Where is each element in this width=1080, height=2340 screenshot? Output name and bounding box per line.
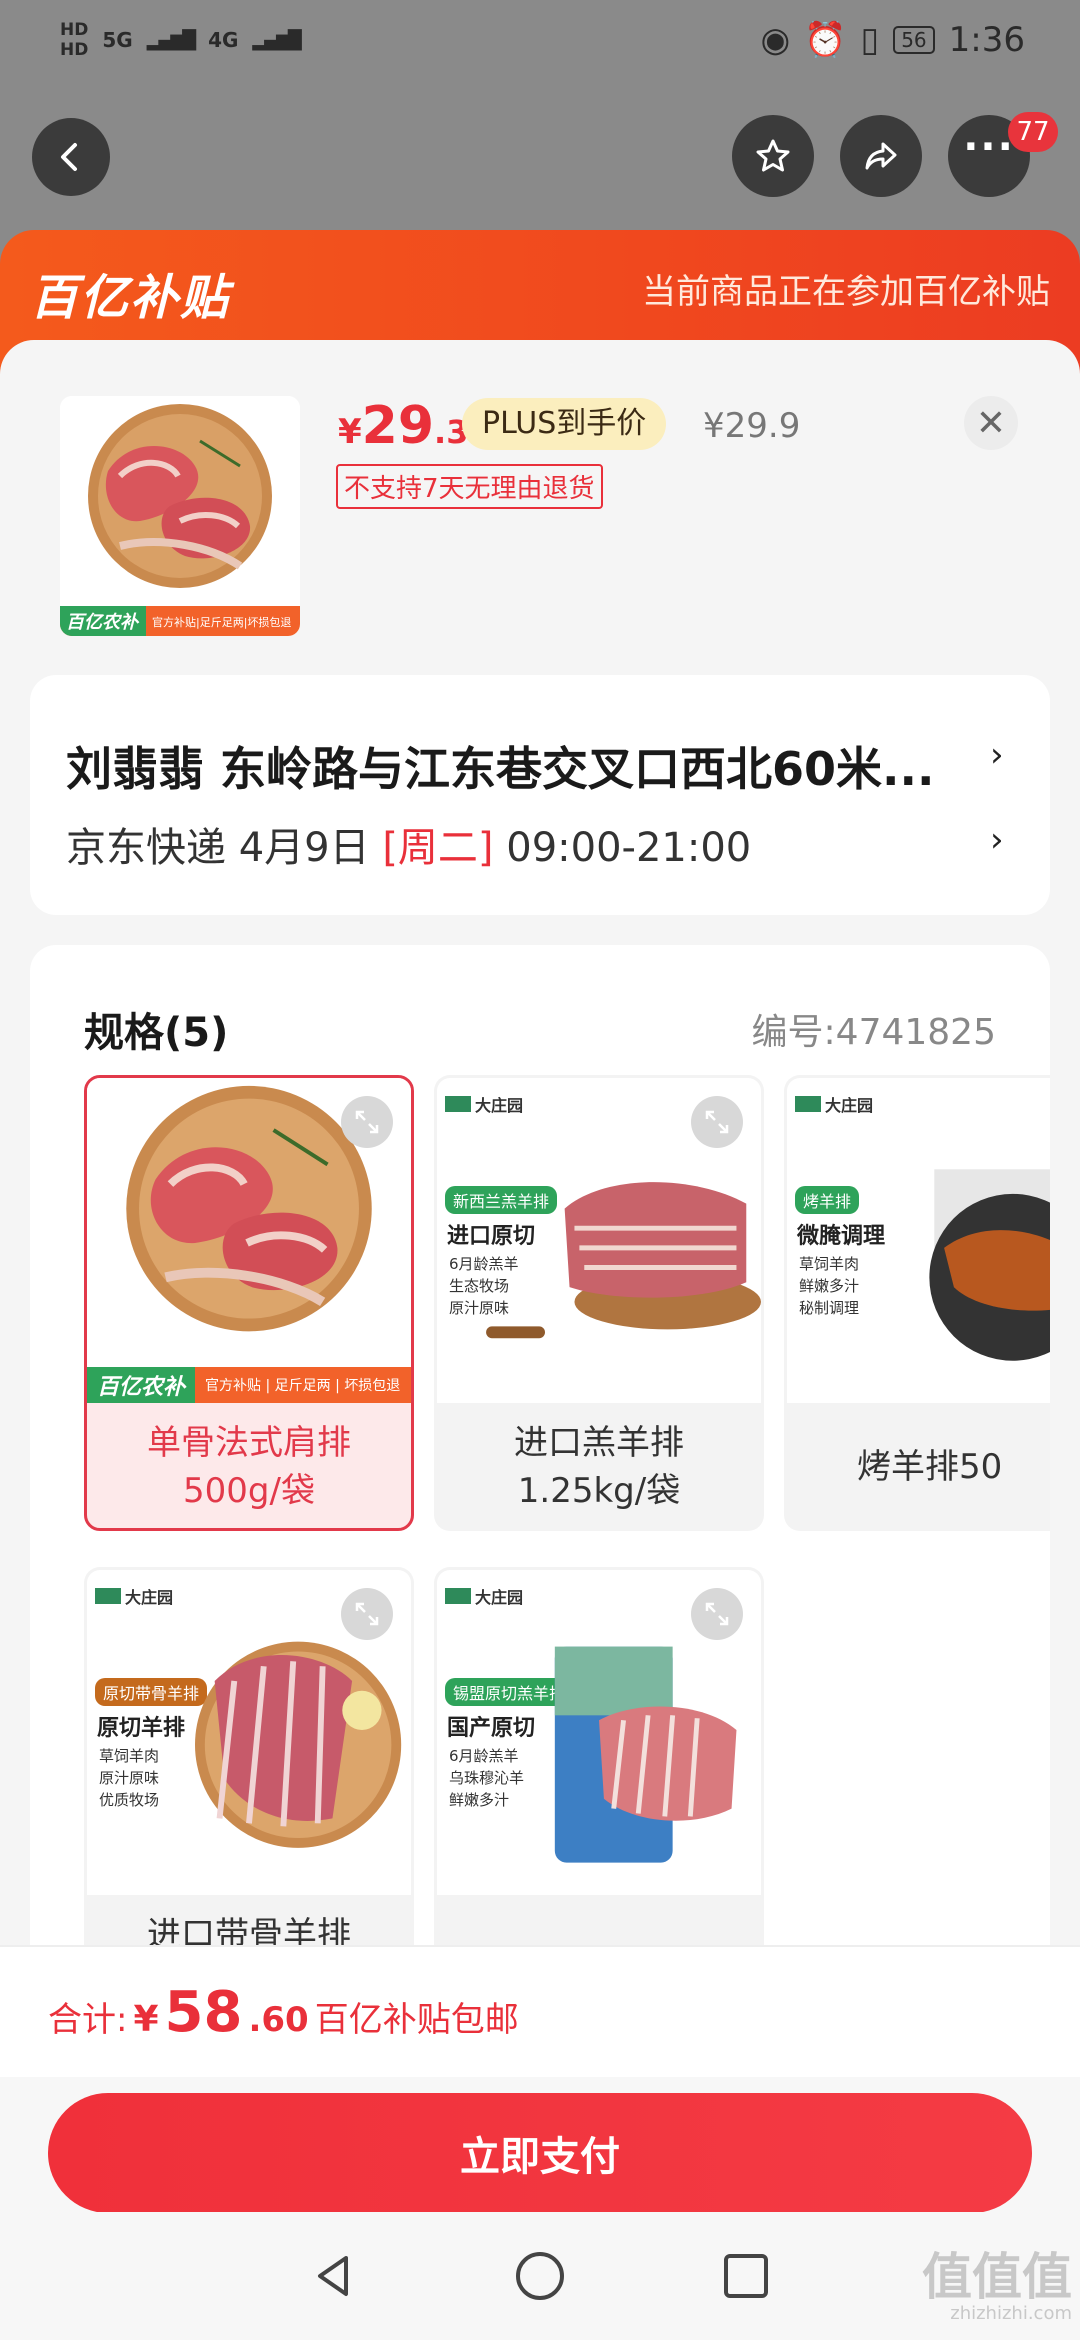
pay-now-button[interactable]: 立即支付 (48, 2093, 1032, 2213)
hd-indicator-1: HD (60, 20, 89, 40)
svg-text:百亿农补: 百亿农补 (66, 612, 140, 633)
no-return-tag: 不支持7天无理由退货 (336, 464, 603, 509)
expand-arrows-icon (705, 1110, 729, 1134)
clock: 1:36 (948, 20, 1025, 60)
expand-icon[interactable] (341, 1588, 393, 1640)
product-thumbnail: 百亿农补 官方补贴|足斤足两|坏损包退 (60, 396, 300, 636)
subsidy-strip: 百亿农补 官方补贴 | 足斤足两 | 坏损包退 (87, 1367, 411, 1403)
network-5g-label: 5G (102, 28, 133, 52)
nav-home-icon[interactable] (512, 2248, 568, 2304)
system-nav-bar (0, 2212, 1080, 2340)
signal-icon: ▂▄▆█ (252, 29, 301, 51)
spec-option[interactable]: 大庄园 新西兰羔羊排 进口原切 6月龄羔羊 生态牧场 原汁原味 进口羔羊排 1.… (434, 1075, 764, 1531)
grilled-lamb-image (929, 1169, 1050, 1361)
expand-icon[interactable] (691, 1096, 743, 1148)
expand-icon[interactable] (341, 1096, 393, 1148)
battery-indicator: 56 (893, 26, 935, 54)
plus-price-badge: PLUS到手价 (462, 398, 667, 450)
total-currency: ¥ (133, 1998, 159, 2040)
spec-title: 规格(5) (84, 1010, 229, 1056)
svg-text:官方补贴|足斤足两|坏损包退: 官方补贴|足斤足两|坏损包退 (152, 615, 291, 629)
chevron-right-icon: › (990, 735, 1004, 775)
expand-arrows-icon (355, 1110, 379, 1134)
option-image: 大庄园 原切带骨羊排 原切羊排 草饲羊肉 原汁原味 优质牧场 (87, 1570, 411, 1895)
pay-area: 立即支付 (0, 2077, 1080, 2213)
status-right: ◉ ⏰ ▯ 56 1:36 (760, 20, 1025, 60)
option-label: 进口羔羊排 1.25kg/袋 (437, 1403, 761, 1515)
total-bar: 合计: ¥58.60 百亿补贴包邮 (0, 1945, 1080, 2077)
option-name: 进口羔羊排 (514, 1423, 684, 1463)
chevron-left-icon (61, 143, 77, 171)
option-image: 大庄园 烤羊排 微腌调理 草饲羊肉 鲜嫩多汁 秘制调理 (787, 1078, 1050, 1403)
hd-indicator-2: HD (60, 40, 89, 60)
address-card[interactable]: 刘翡翡 东岭路与江东巷交叉口西北60米... › 京东快递 4月9日 [周二] … (30, 675, 1050, 915)
option-label (437, 1895, 761, 1911)
notification-badge: 77 (1008, 112, 1058, 152)
shipping-address[interactable]: 刘翡翡 东岭路与江东巷交叉口西北60米... (66, 733, 986, 799)
back-button[interactable] (32, 118, 110, 196)
option-image: 百亿农补 官方补贴 | 足斤足两 | 坏损包退 (87, 1078, 411, 1403)
expand-arrows-icon (705, 1602, 729, 1626)
watermark-main: 值值值 (922, 2248, 1072, 2306)
status-bar: HD HD 5G ▂▄▆█ 4G ▂▄▆█ ◉ ⏰ ▯ 56 1:36 (0, 0, 1080, 80)
expand-icon[interactable] (691, 1588, 743, 1640)
watermark: 值值值 zhizhizhi.com (922, 2250, 1072, 2324)
signal-icon: ▂▄▆█ (146, 29, 196, 51)
delivery-info[interactable]: 京东快递 4月9日 [周二] 09:00-21:00 (66, 815, 751, 873)
price-integer: 29 (361, 396, 435, 456)
option-name: 单骨法式肩排 (147, 1423, 351, 1463)
total-decimal: .60 (248, 1999, 309, 2040)
order-total: 合计: ¥58.60 百亿补贴包邮 (48, 1980, 519, 2045)
subsidy-strip-logo: 百亿农补 (87, 1367, 196, 1403)
spec-option[interactable]: 大庄园 烤羊排 微腌调理 草饲羊肉 鲜嫩多汁 秘制调理 烤羊排50 (784, 1075, 1050, 1531)
favorite-button[interactable] (732, 115, 814, 197)
total-amount: 58 (164, 1979, 243, 2045)
shipping-note: 百亿补贴包邮 (314, 1999, 519, 2040)
delivery-time-window: 09:00-21:00 (493, 825, 752, 871)
lamb-chop-image: 百亿农补 官方补贴|足斤足两|坏损包退 (60, 396, 300, 636)
eye-icon: ◉ (760, 20, 791, 60)
chevron-right-icon: › (990, 820, 1004, 860)
subsidy-strip-text: 官方补贴 | 足斤足两 | 坏损包退 (205, 1378, 401, 1394)
star-icon (756, 139, 790, 172)
close-icon: ✕ (975, 402, 1007, 444)
alarm-icon: ⏰ (804, 20, 847, 60)
share-icon (865, 142, 897, 170)
spec-card: 规格(5) 编号:4741825 百亿农补 官方补贴 | 足斤足两 | 坏损包退… (30, 945, 1050, 2045)
option-image: 大庄园 锡盟原切羔羊排 国产原切 6月龄羔羊 乌珠穆沁羊 鲜嫩多汁 (437, 1570, 761, 1895)
nav-recents-icon[interactable] (718, 2248, 774, 2304)
original-price: ¥29.9 (703, 406, 801, 446)
total-label: 合计: (48, 1999, 128, 2040)
watermark-sub: zhizhizhi.com (950, 2303, 1072, 2324)
network-4g-label: 4G (208, 28, 239, 52)
option-weight: 1.25kg/袋 (517, 1471, 681, 1511)
product-code: 编号:4741825 (751, 1012, 996, 1053)
more-dots-icon: ··· (963, 124, 1015, 170)
option-weight: 500g/袋 (183, 1471, 315, 1511)
price-currency: ¥ (338, 412, 362, 452)
option-name: 烤羊排50 (857, 1447, 1003, 1487)
share-button[interactable] (840, 115, 922, 197)
plus-price: ¥29.3 (338, 396, 468, 456)
delivery-carrier-date: 京东快递 4月9日 (66, 825, 383, 871)
delivery-weekday: [周二] (382, 825, 494, 871)
close-button[interactable]: ✕ (964, 396, 1018, 450)
status-left: HD HD 5G ▂▄▆█ 4G ▂▄▆█ (60, 20, 302, 60)
option-image: 大庄园 新西兰羔羊排 进口原切 6月龄羔羊 生态牧场 原汁原味 (437, 1078, 761, 1403)
vibrate-icon: ▯ (860, 20, 880, 60)
nav-back-icon[interactable] (306, 2248, 362, 2304)
option-label: 烤羊排50 (787, 1403, 1050, 1491)
option-label: 单骨法式肩排 500g/袋 (87, 1403, 411, 1515)
expand-arrows-icon (355, 1602, 379, 1626)
spec-option[interactable]: 百亿农补 官方补贴 | 足斤足两 | 坏损包退 单骨法式肩排 500g/袋 (84, 1075, 414, 1531)
